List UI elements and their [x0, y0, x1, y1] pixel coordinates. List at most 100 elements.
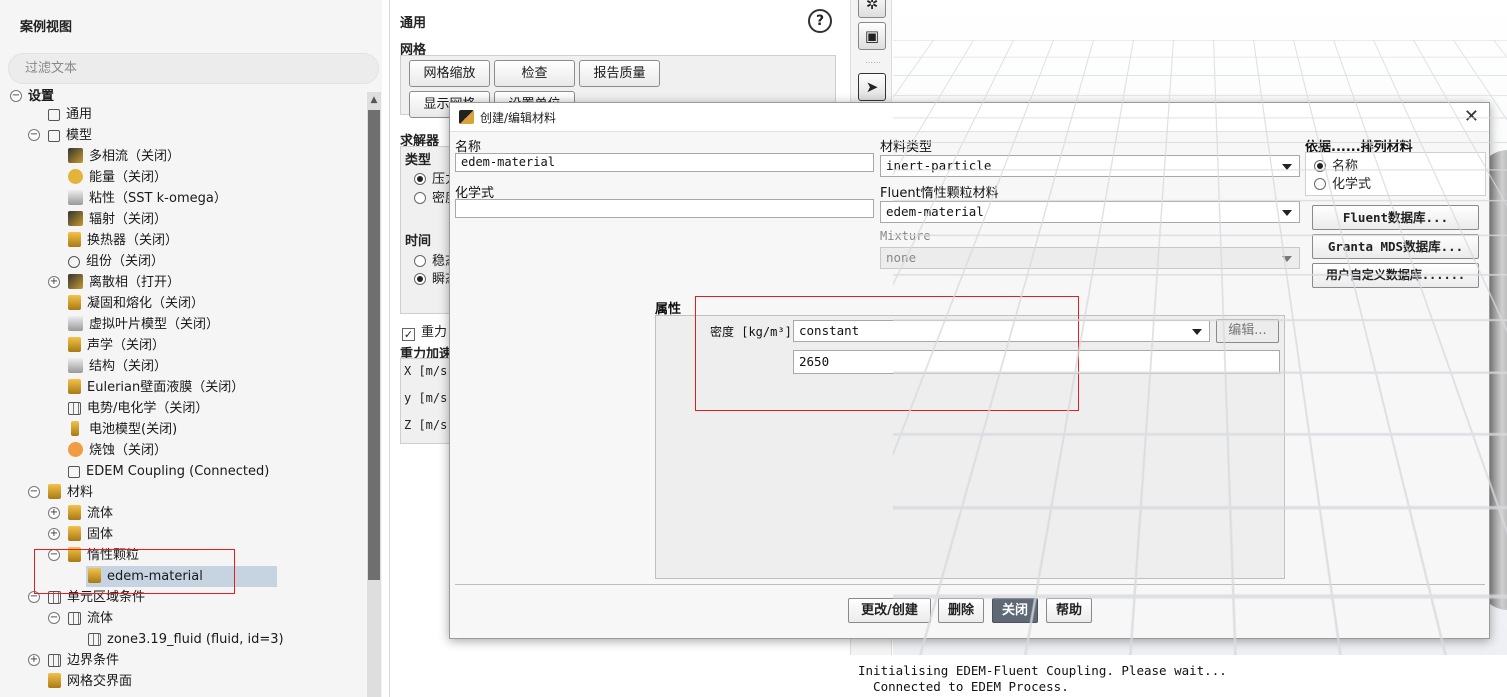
- solidification-icon: [68, 295, 81, 310]
- help-icon[interactable]: ?: [808, 9, 832, 33]
- tree-model-item[interactable]: 粘性（SST k-omega）: [68, 188, 227, 209]
- pointer-icon[interactable]: ➤: [858, 73, 886, 101]
- tree-scrollbar-thumb[interactable]: [368, 110, 380, 580]
- density-edit-button[interactable]: 编辑...: [1216, 319, 1279, 343]
- models-icon: [48, 130, 60, 142]
- cell-fluid-icon: [68, 612, 81, 625]
- dialog-titlebar[interactable]: 创建/编辑材料 ✕: [450, 103, 1489, 132]
- order-name-radio[interactable]: 名称: [1314, 155, 1358, 174]
- mesh-check-button[interactable]: 检查: [494, 60, 575, 87]
- text-console[interactable]: Initialising EDEM-Fluent Coupling. Pleas…: [850, 655, 1507, 697]
- expand-icon[interactable]: +: [28, 654, 40, 666]
- potential-icon: [68, 402, 81, 415]
- toolbar-separator: ⋯⋯: [865, 58, 881, 67]
- chevron-down-icon: [1282, 210, 1292, 216]
- chevron-down-icon: [1282, 164, 1292, 170]
- mesh-scale-button[interactable]: 网格缩放: [409, 60, 490, 87]
- granta-database-button[interactable]: Granta MDS数据库...: [1312, 234, 1479, 259]
- collapse-icon[interactable]: −: [28, 129, 40, 141]
- collapse-icon[interactable]: −: [48, 612, 60, 624]
- fluent-material-label: Fluent惰性颗粒材料: [880, 186, 999, 201]
- tree-model-item[interactable]: 组份（关闭）: [68, 251, 164, 272]
- close-icon[interactable]: ✕: [1464, 106, 1479, 127]
- delete-button[interactable]: 删除: [938, 598, 984, 623]
- acoustics-icon: [68, 337, 81, 352]
- tree-model-item[interactable]: 辐射（关闭）: [68, 209, 167, 230]
- change-create-button[interactable]: 更改/创建: [848, 598, 931, 623]
- mesh-interface-icon: [48, 673, 61, 688]
- mixture-dropdown: none: [880, 247, 1300, 269]
- filter-input[interactable]: 过滤文本: [8, 53, 379, 84]
- tree-fluid[interactable]: + 流体: [48, 503, 113, 524]
- dialog-title: 创建/编辑材料: [480, 111, 557, 125]
- collapse-icon[interactable]: −: [10, 90, 22, 102]
- time-label: 时间: [405, 234, 432, 249]
- discrete-phase-icon: [68, 274, 83, 289]
- structure-icon: [68, 358, 83, 373]
- tree-model-item[interactable]: EDEM Coupling (Connected): [68, 461, 269, 482]
- tree-mesh-interface[interactable]: 网格交界面: [48, 671, 132, 692]
- tree-cell-fluid[interactable]: − 流体: [48, 608, 113, 629]
- console-line: Initialising EDEM-Fluent Coupling. Pleas…: [858, 663, 1227, 678]
- chevron-down-icon: [1192, 329, 1202, 335]
- tree-model-item[interactable]: 换热器（关闭）: [68, 230, 178, 251]
- collapse-icon[interactable]: −: [28, 486, 40, 498]
- boundary-icon: [48, 654, 61, 667]
- scroll-up-icon[interactable]: ▲: [368, 93, 380, 107]
- wall-film-icon: [68, 379, 81, 394]
- fluent-app-icon: [459, 110, 474, 124]
- footer-divider: [455, 584, 1485, 585]
- tree-model-item[interactable]: 能量（关闭）: [68, 167, 167, 188]
- order-formula-radio[interactable]: 化学式: [1314, 173, 1371, 192]
- virtual-blade-icon: [68, 316, 83, 331]
- type-label: 类型: [405, 153, 432, 168]
- tree-model-item[interactable]: 电势/电化学（关闭）: [68, 398, 208, 419]
- solid-material-icon: [68, 526, 81, 541]
- expand-icon[interactable]: +: [48, 507, 60, 519]
- console-line: Connected to EDEM Process.: [858, 679, 1069, 694]
- viscous-icon: [68, 190, 83, 205]
- tree-materials[interactable]: − 材料: [28, 482, 93, 503]
- tree-model-item[interactable]: 凝固和熔化（关闭）: [68, 293, 204, 314]
- tree-model-item[interactable]: 多相流（关闭）: [68, 146, 180, 167]
- user-database-button[interactable]: 用户自定义数据库......: [1312, 263, 1479, 288]
- panel-title: 通用: [400, 16, 427, 31]
- tree-model-item[interactable]: 电池模型(关闭): [68, 419, 177, 440]
- report-quality-button[interactable]: 报告质量: [579, 60, 660, 87]
- zone-icon: [88, 633, 101, 646]
- battery-icon: [71, 421, 79, 436]
- expand-icon[interactable]: +: [48, 528, 60, 540]
- name-field[interactable]: edem-material: [455, 153, 874, 172]
- multiphase-icon: [68, 148, 83, 163]
- tree-boundary[interactable]: + 边界条件: [28, 650, 119, 671]
- expand-icon[interactable]: +: [48, 276, 60, 288]
- ground-grid: [893, 0, 1507, 40]
- ablation-icon: [68, 442, 83, 457]
- material-type-dropdown[interactable]: inert-particle: [880, 155, 1300, 177]
- tree-model-item[interactable]: + 离散相（打开）: [48, 272, 180, 293]
- fluent-material-dropdown[interactable]: edem-material: [880, 201, 1300, 223]
- tree-model-item[interactable]: Eulerian壁面液膜（关闭）: [68, 377, 244, 398]
- formula-field[interactable]: [455, 199, 874, 218]
- tree-general[interactable]: 通用: [48, 104, 92, 125]
- fluid-material-icon: [68, 505, 81, 520]
- gravity-checkbox[interactable]: ✓ 重力: [402, 321, 447, 341]
- view-cube-icon[interactable]: ▣: [858, 22, 886, 50]
- general-icon: [48, 109, 60, 121]
- rotate-icon[interactable]: ✲: [858, 0, 886, 18]
- help-button[interactable]: 帮助: [1046, 598, 1092, 623]
- annotation-highlight-density: [695, 296, 1079, 411]
- fluent-database-button[interactable]: Fluent数据库...: [1312, 205, 1479, 230]
- species-icon: [68, 256, 80, 268]
- radiation-icon: [68, 211, 83, 226]
- annotation-highlight-tree: [34, 549, 235, 594]
- tree-solid[interactable]: + 固体: [48, 524, 113, 545]
- edem-icon: [68, 466, 80, 478]
- tree-models[interactable]: − 模型: [28, 125, 92, 146]
- tree-model-item[interactable]: 烧蚀（关闭）: [68, 440, 167, 461]
- tree-model-item[interactable]: 结构（关闭）: [68, 356, 167, 377]
- close-button[interactable]: 关闭: [992, 598, 1038, 623]
- tree-model-item[interactable]: 虚拟叶片模型（关闭）: [68, 314, 219, 335]
- tree-model-item[interactable]: 声学（关闭）: [68, 335, 165, 356]
- tree-zone[interactable]: zone3.19_fluid (fluid, id=3): [88, 629, 284, 650]
